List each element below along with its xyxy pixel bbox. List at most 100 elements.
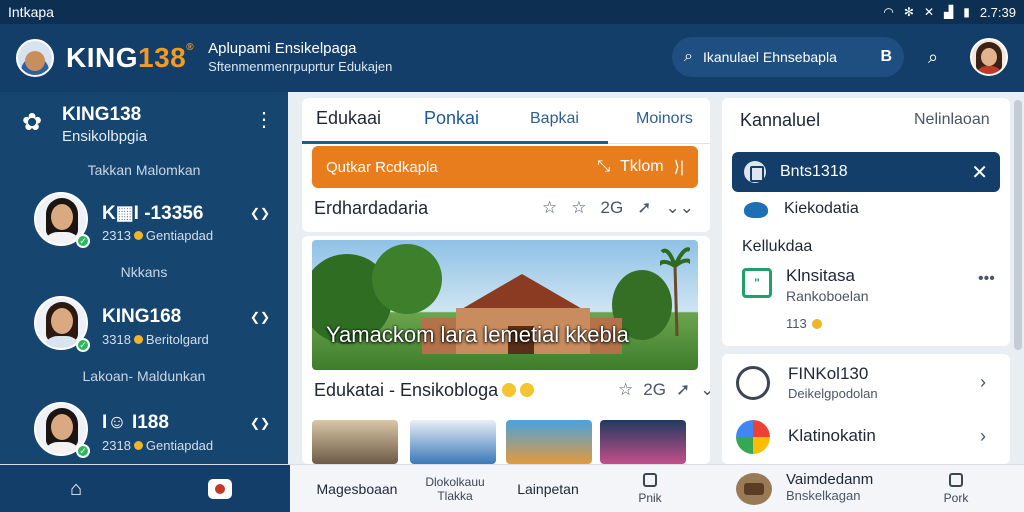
list-item-title: FINKol130 xyxy=(788,364,869,383)
contact-sub-text: Beritolgard xyxy=(145,332,209,347)
panel-item[interactable]: Kellukdaa xyxy=(742,238,812,256)
sidebar-section-label: Nkkans xyxy=(120,264,168,280)
thumbnail[interactable] xyxy=(506,420,592,464)
star-icon[interactable]: ☆ xyxy=(542,198,557,218)
nav-label: Vaimdedanm xyxy=(786,471,874,488)
app-header: KING138® Aplupami Ensikelpaga Sftenmenme… xyxy=(0,24,1024,92)
mute-icon: ✕ xyxy=(923,5,934,19)
feature-card[interactable]: Yamackom lara lemetial kkebla Edukatai -… xyxy=(302,236,710,464)
chevron-down-icon[interactable]: ⌄ xyxy=(700,380,710,400)
thumbnail[interactable] xyxy=(600,420,686,464)
sidebar-title: KING138 xyxy=(62,104,142,125)
more-icon[interactable]: ••• xyxy=(978,270,995,288)
star-outline-icon[interactable]: ☆ xyxy=(571,198,586,218)
tab-ponkai[interactable]: Ponkai xyxy=(424,108,479,129)
online-badge-icon: ✓ xyxy=(76,444,90,458)
panel-item[interactable]: Kiekodatia xyxy=(784,200,859,218)
row-actions: ☆ ☆ 2G ➚ ⌄⌄ xyxy=(542,198,694,218)
thumbnail[interactable] xyxy=(312,420,398,464)
search-text: Ikanulael Ehnsebapla xyxy=(702,49,837,65)
list-item-sub: Deikelgpodolan xyxy=(788,386,878,401)
promo-bar-action[interactable]: Tklom xyxy=(620,158,664,176)
nav-label: Tlakka xyxy=(437,489,473,503)
list-item[interactable]: Klatinokatin › xyxy=(736,414,1002,462)
contact-sub: 2318 Gentiapdad xyxy=(102,438,213,453)
thumbnail[interactable] xyxy=(410,420,496,464)
bottom-nav-left: ⌂ xyxy=(0,465,290,512)
chevron-down-icon[interactable]: ⌄⌄ xyxy=(665,198,694,218)
right-list: FINKol130 Deikelgpodolan › Klatinokatin … xyxy=(722,354,1010,464)
star-icon[interactable]: ☆ xyxy=(618,380,633,400)
contact-name: KING168 xyxy=(102,306,182,327)
nav-item-dlokolkauu[interactable]: Dlokolkauu Tlakka xyxy=(420,465,490,512)
user-avatar[interactable] xyxy=(970,38,1008,76)
right-panel: Kannaluel Nelinlaoan Bnts1318 ✕ Kiekodat… xyxy=(722,98,1010,346)
emoji-icon xyxy=(502,383,517,397)
contact-item[interactable]: ✓ I☺ I188 2318 Gentiapdad ❮❯ xyxy=(34,402,274,464)
panel-link[interactable]: Nelinlaoan xyxy=(914,111,990,129)
battery-icon: ▮ xyxy=(963,5,970,19)
chevron-icon[interactable]: ❮❯ xyxy=(250,310,270,324)
contact-sub-number: 2313 xyxy=(102,228,131,243)
share-icon[interactable]: ➚ xyxy=(637,198,651,218)
chevron-icon[interactable]: ❮❯ xyxy=(250,416,270,430)
selected-item[interactable]: Bnts1318 ✕ xyxy=(732,152,1000,192)
camera-icon[interactable] xyxy=(208,479,232,499)
share-icon[interactable]: ➚ xyxy=(676,380,690,400)
flower-icon: ✿ xyxy=(22,109,43,136)
home-icon[interactable]: ⌂ xyxy=(70,479,92,499)
contact-sub-text: Gentiapdad xyxy=(145,228,214,243)
hero-caption: Yamackom lara lemetial kkebla xyxy=(326,322,629,347)
nav-item-vaimdedanm[interactable]: Vaimdedanm Bnskelkagan xyxy=(786,471,873,503)
tab-moinors[interactable]: Moinors xyxy=(636,110,693,128)
contact-name: I☺ I188 xyxy=(102,412,169,433)
selected-item-label: Bnts1318 xyxy=(780,163,848,180)
panel-title: Kannaluel xyxy=(740,110,821,130)
nav-item-magesboaan[interactable]: Magesboaan xyxy=(312,465,402,512)
contact-sub-text: Gentiapdad xyxy=(145,438,214,453)
bluetooth-icon: ✻ xyxy=(903,5,914,19)
brand-avatar[interactable] xyxy=(16,39,54,77)
bottom-nav: ⌂ Magesboaan Dlokolkauu Tlakka Lainpetan … xyxy=(0,464,1024,512)
online-badge-icon: ✓ xyxy=(76,234,90,248)
tab-edukaai[interactable]: Edukaai xyxy=(316,108,381,129)
center-tabs-card: Edukaai Ponkai Bapkai Moinors Qutkar Rcd… xyxy=(302,98,710,232)
status-icons: ◠ ✻ ✕ ▟ ▮ 2.7:39 xyxy=(883,5,1016,20)
hero-image[interactable]: Yamackom lara lemetial kkebla xyxy=(312,240,698,370)
kebab-menu-icon[interactable]: ⋮ xyxy=(254,110,274,130)
sidebar-section-label: Lakoan- Maldunkan xyxy=(82,368,206,384)
feature-actions: ☆ 2G ➚ ⌄ xyxy=(618,380,710,400)
nav-item-pnik[interactable]: Pnik xyxy=(620,465,680,512)
like-count: 2G xyxy=(643,380,666,399)
tab-bapkai[interactable]: Bapkai xyxy=(530,110,579,128)
contact-sub-number: 3318 xyxy=(102,332,131,347)
list-item[interactable]: FINKol130 Deikelgpodolan › xyxy=(736,360,1002,408)
header-search-button[interactable]: ⌕ xyxy=(920,44,946,70)
close-icon[interactable]: ⟩| xyxy=(674,157,684,177)
nav-thumbnail[interactable] xyxy=(736,473,772,505)
panel-item-title[interactable]: Klnsitasa xyxy=(786,266,855,286)
brand-logo[interactable]: KING138® xyxy=(66,42,194,74)
close-icon[interactable]: ✕ xyxy=(971,160,988,185)
expand-icon[interactable]: ⤡ xyxy=(597,158,610,176)
google-icon xyxy=(736,420,770,454)
nav-label: Pork xyxy=(943,491,969,505)
brand-accent: 138 xyxy=(138,42,187,73)
scrollbar[interactable] xyxy=(1014,100,1022,350)
status-app-name: Intkapa xyxy=(8,4,54,20)
wifi-icon: ◠ xyxy=(883,5,894,19)
promo-bar[interactable]: Qutkar Rcdkapla ⤡ Tklom ⟩| xyxy=(312,146,698,188)
contact-item[interactable]: ✓ K▦I -13356 2313 Gentiapdad ❮❯ xyxy=(34,192,274,254)
search-input[interactable]: ⌕ Ikanulael Ehnsebapla B xyxy=(672,37,904,77)
nav-item-lainpetan[interactable]: Lainpetan xyxy=(508,465,588,512)
chevron-right-icon[interactable]: › xyxy=(980,426,986,447)
search-icon: ⌕ xyxy=(684,48,693,65)
nav-item-pork[interactable]: Pork xyxy=(930,465,982,512)
coin-count-text: 113 xyxy=(786,316,807,331)
contact-item[interactable]: ✓ KING168 3318 Beritolgard ❮❯ xyxy=(34,296,274,358)
search-suffix-icon[interactable]: B xyxy=(880,48,892,66)
sidebar-section-label: Takkan Malomkan xyxy=(87,162,201,178)
tagline-line-2: Sftenmenmenrpuprtur Edukajen xyxy=(208,59,393,74)
chevron-icon[interactable]: ❮❯ xyxy=(250,206,270,220)
chevron-right-icon[interactable]: › xyxy=(980,372,986,393)
